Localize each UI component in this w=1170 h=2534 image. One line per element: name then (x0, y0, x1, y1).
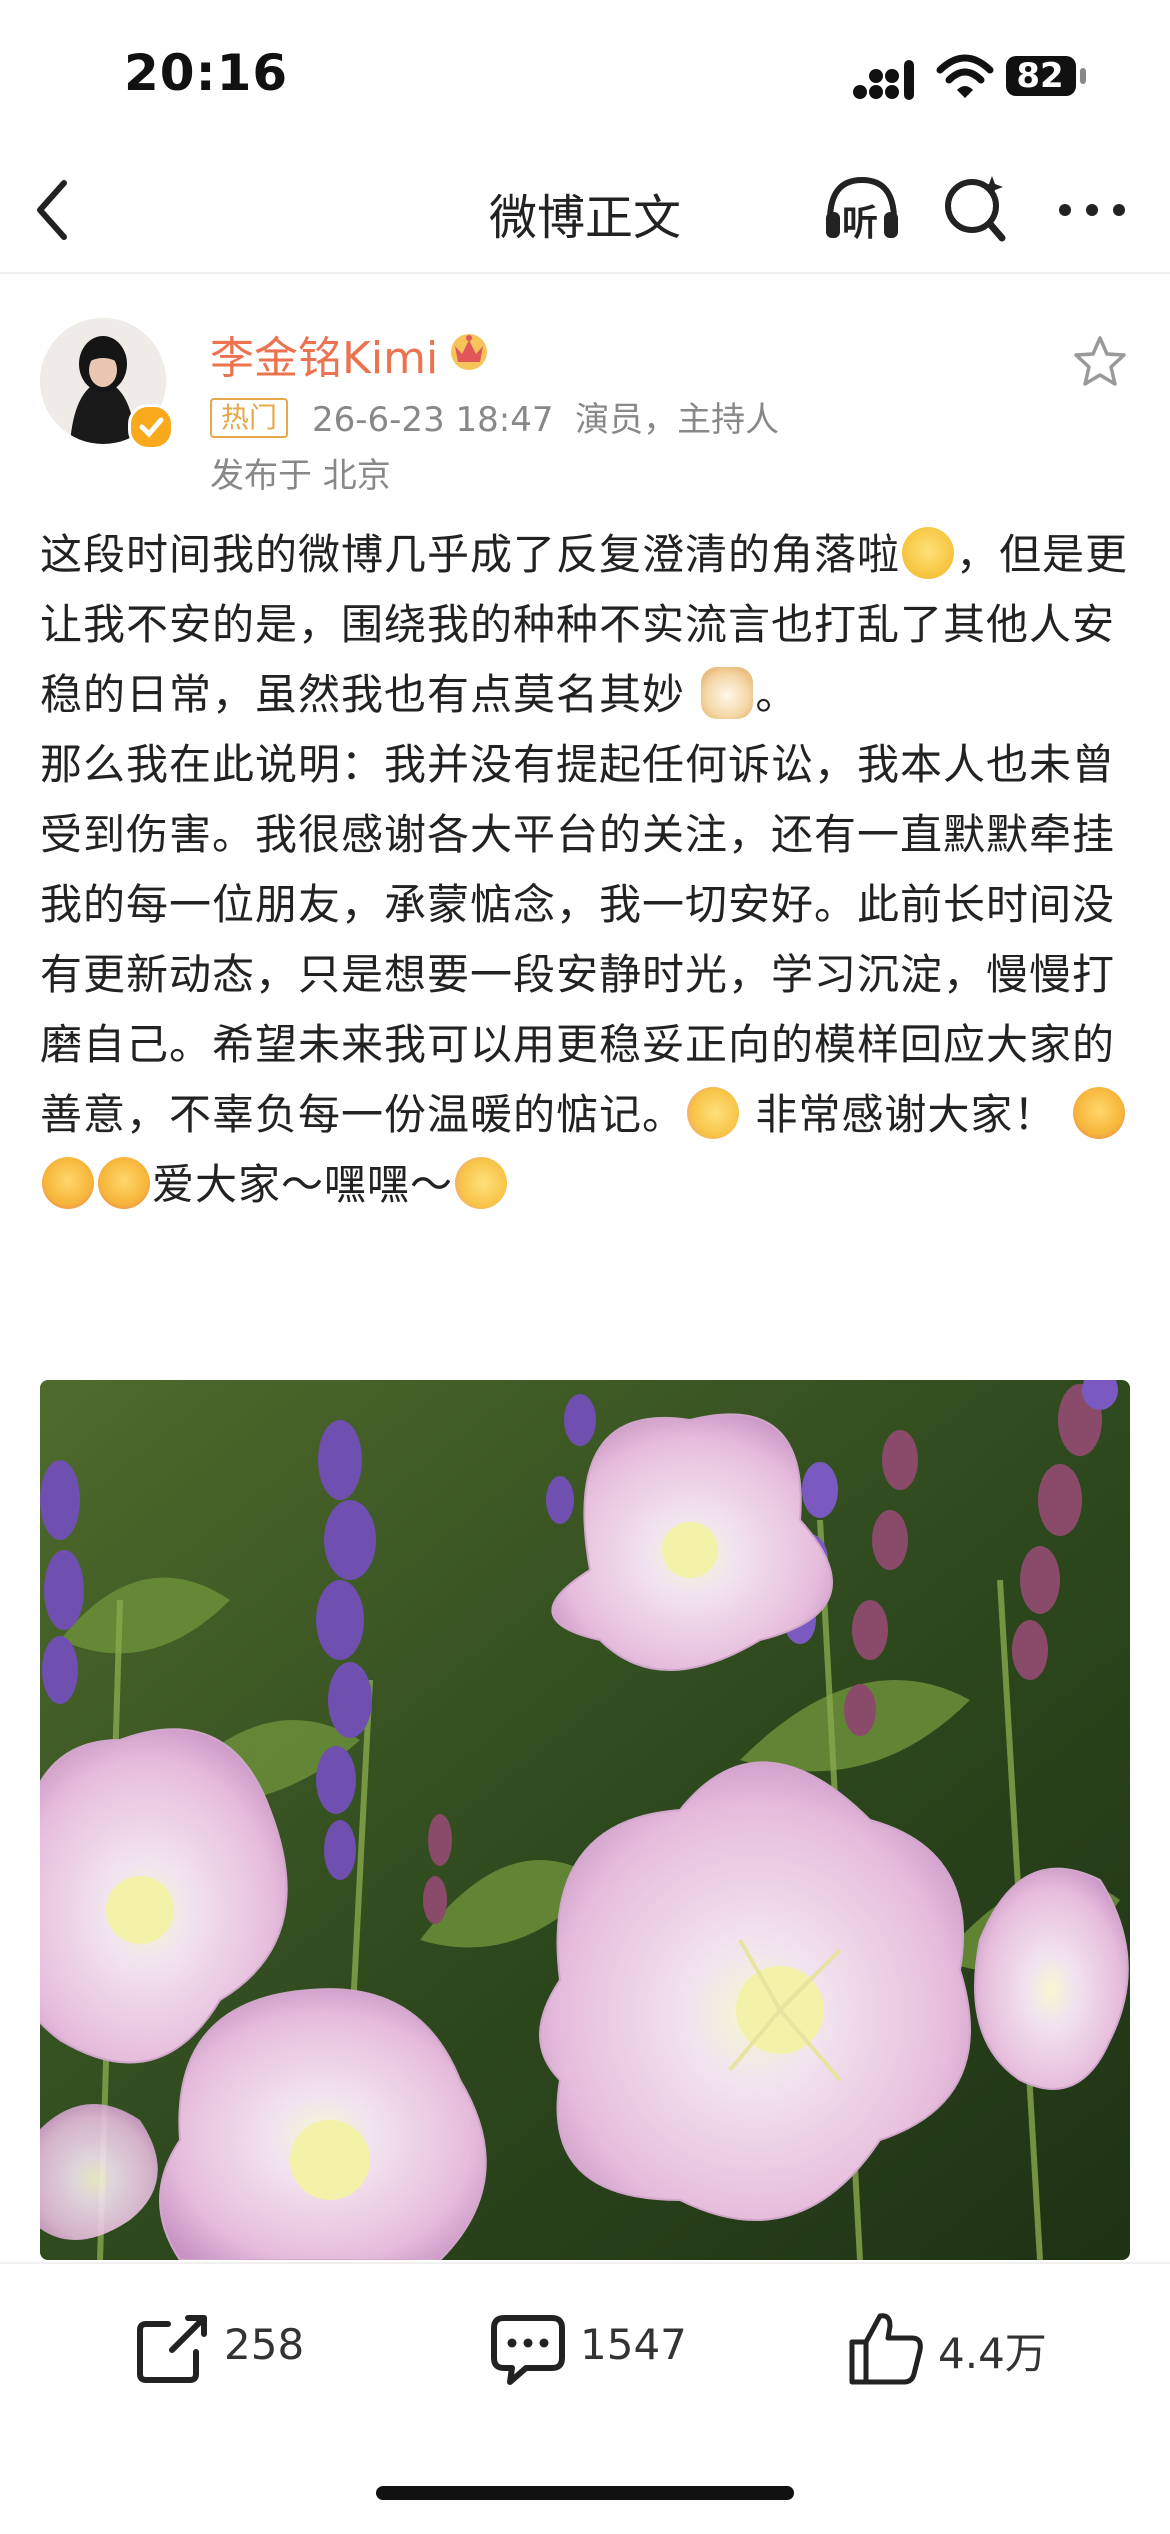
ellipsis-icon (1059, 204, 1125, 216)
post-body: 这段时间我的微博几乎成了反复澄清的角落啦 ，但是更让我不安的是，围绕我的种种不实流… (40, 520, 1130, 1220)
comment-button[interactable]: 1547 (488, 2302, 738, 2392)
battery-level: 82 (1016, 56, 1064, 96)
author-name[interactable]: 李金铭Kimi (210, 322, 438, 386)
post-image[interactable] (40, 1380, 1130, 2260)
chevron-left-icon (37, 180, 67, 240)
page-title: 微博正文 (488, 190, 681, 246)
kiss-emoji-icon (98, 1157, 150, 1209)
post-location: 发布于 北京 (210, 456, 391, 496)
repost-button[interactable]: 258 (132, 2302, 352, 2392)
paragraph-2: 那么我在此说明：我并没有提起任何诉讼，我本人也未曾受到伤害。我很感谢各大平台的关… (40, 730, 1130, 1220)
comment-bubble-icon (491, 2315, 565, 2385)
back-button[interactable] (30, 175, 80, 245)
repost-share-icon (137, 2315, 207, 2383)
post-text: 爱大家～嘿嘿～ (152, 1160, 454, 1209)
ai-search-icon (945, 176, 1006, 242)
comment-count: 1547 (580, 2320, 687, 2369)
laugh-cry-emoji-icon (902, 527, 955, 579)
post-text: 非常感谢大家！ (741, 1090, 1071, 1139)
repost-count: 258 (224, 2320, 305, 2369)
flower-hug-emoji-icon (687, 1087, 740, 1139)
cellular-signal-icon (853, 60, 914, 100)
dog-emoji-icon (701, 667, 754, 719)
listen-label: 听 (842, 203, 879, 244)
star-icon (1074, 336, 1126, 386)
kiss-emoji-icon (1072, 1087, 1125, 1139)
home-indicator[interactable] (376, 2486, 794, 2500)
hot-badge: 热门 (210, 398, 289, 438)
like-button[interactable]: 4.4万 (846, 2302, 1096, 2392)
post-text: 。 (755, 670, 799, 719)
favorite-star-button[interactable] (1070, 332, 1130, 392)
flower-hug-emoji-icon (455, 1157, 508, 1209)
battery-icon: 82 (1004, 54, 1094, 98)
post-meta: 26-6-23 18:47 演员，主持人 (312, 400, 780, 440)
nav-divider (0, 272, 1170, 274)
crown-vip-icon (451, 334, 487, 370)
search-button[interactable] (940, 170, 1010, 246)
status-time: 20:16 (124, 44, 289, 102)
thumbs-up-icon (849, 2313, 923, 2385)
wifi-icon (936, 54, 994, 98)
like-count: 4.4万 (938, 2329, 1047, 2378)
listen-button[interactable]: 听 (822, 168, 902, 248)
verified-badge-icon (128, 404, 174, 450)
more-options-button[interactable] (1055, 190, 1130, 230)
paragraph-1: 这段时间我的微博几乎成了反复澄清的角落啦 ，但是更让我不安的是，围绕我的种种不实流… (40, 520, 1130, 730)
post-text: 那么我在此说明：我并没有提起任何诉讼，我本人也未曾受到伤害。我很感谢各大平台的关… (40, 740, 1116, 1139)
kiss-emoji-icon (42, 1157, 94, 1209)
post-text: 这段时间我的微博几乎成了反复澄清的角落啦 (40, 530, 901, 579)
